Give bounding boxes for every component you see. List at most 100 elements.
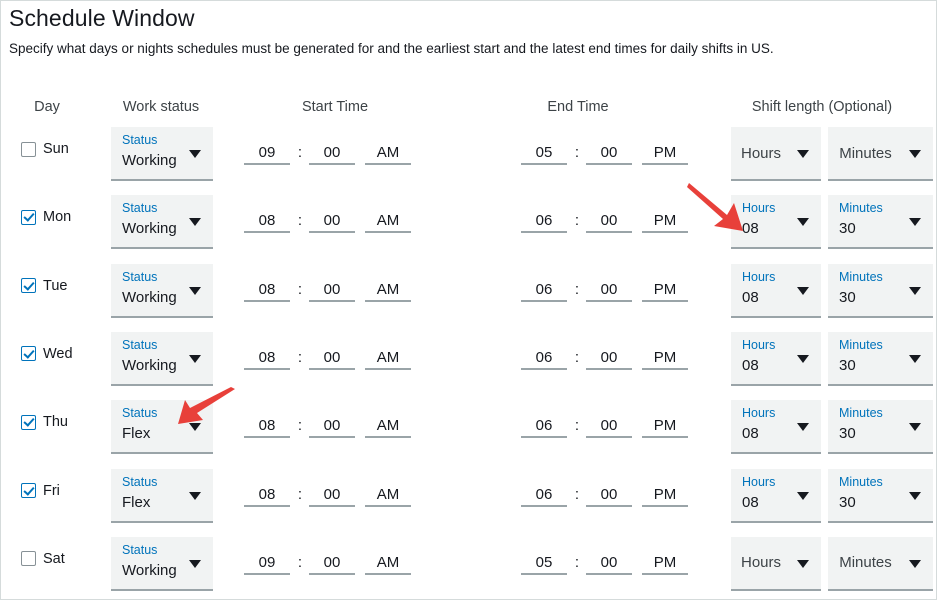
start-time-hour-input-tue[interactable]: 08: [244, 278, 290, 302]
work-status-select-tue[interactable]: Status Working: [111, 263, 213, 318]
chevron-down-icon[interactable]: [909, 559, 921, 568]
checkbox-icon[interactable]: [21, 209, 36, 225]
start-time-ampm-input-sat[interactable]: AM: [365, 551, 411, 575]
shift-minutes-select-wed[interactable]: Minutes 30: [828, 331, 933, 386]
start-time-hour-input-mon[interactable]: 08: [244, 209, 290, 234]
end-time-hour-input-tue[interactable]: 06: [521, 278, 567, 302]
chevron-down-icon[interactable]: [797, 491, 809, 500]
work-status-select-thu[interactable]: Status Flex: [111, 400, 213, 455]
end-time-ampm-input-fri[interactable]: PM: [642, 483, 688, 507]
shift-minutes-select-sat[interactable]: Minutes: [828, 536, 933, 591]
checkbox-icon[interactable]: [21, 278, 36, 294]
end-time-minute-input-wed[interactable]: 00: [586, 346, 632, 370]
end-time-minute-input-thu[interactable]: 00: [586, 414, 632, 439]
start-time-ampm-input-tue[interactable]: AM: [365, 278, 411, 302]
checkbox-icon[interactable]: [21, 551, 36, 567]
shift-hours-select-fri[interactable]: Hours 08: [731, 468, 821, 523]
work-status-select-mon[interactable]: Status Working: [111, 195, 213, 250]
chevron-down-icon[interactable]: [909, 491, 921, 500]
shift-hours-select-mon[interactable]: Hours 08: [731, 195, 821, 250]
end-time-ampm-input-wed[interactable]: PM: [642, 346, 688, 370]
chevron-down-icon[interactable]: [189, 218, 201, 227]
end-time-ampm-input-tue[interactable]: PM: [642, 278, 688, 302]
start-time-minute-input-thu[interactable]: 00: [309, 414, 355, 439]
day-checkbox-wed[interactable]: Wed: [21, 346, 73, 362]
day-checkbox-sat[interactable]: Sat: [21, 551, 65, 567]
start-time-ampm-input-wed[interactable]: AM: [365, 346, 411, 370]
end-time-ampm-input-sat[interactable]: PM: [642, 551, 688, 575]
work-status-select-sat[interactable]: Status Working: [111, 536, 213, 591]
end-time-minute-input-mon[interactable]: 00: [586, 209, 632, 234]
chevron-down-icon[interactable]: [797, 286, 809, 295]
chevron-down-icon[interactable]: [909, 354, 921, 363]
start-time-hour-input-wed[interactable]: 08: [244, 346, 290, 370]
start-time-minute-input-mon[interactable]: 00: [309, 209, 355, 234]
chevron-down-icon[interactable]: [189, 286, 201, 295]
chevron-down-icon[interactable]: [909, 286, 921, 295]
chevron-down-icon[interactable]: [909, 150, 921, 158]
end-time-minute-input-tue[interactable]: 00: [586, 278, 632, 302]
chevron-down-icon[interactable]: [189, 354, 201, 363]
end-time-hour-input-wed[interactable]: 06: [521, 346, 567, 370]
day-checkbox-sun[interactable]: Sun: [21, 141, 69, 157]
chevron-down-icon[interactable]: [189, 491, 201, 500]
work-status-select-wed[interactable]: Status Working: [111, 331, 213, 386]
end-time-hour-input-thu[interactable]: 06: [521, 414, 567, 439]
checkbox-icon[interactable]: [21, 346, 36, 362]
end-time-ampm-input-sun[interactable]: PM: [642, 141, 688, 165]
start-time-minute-input-fri[interactable]: 00: [309, 483, 355, 507]
day-checkbox-tue[interactable]: Tue: [21, 278, 67, 294]
start-time-hour-input-fri[interactable]: 08: [244, 483, 290, 507]
start-time-minute-input-sun[interactable]: 00: [309, 141, 355, 165]
start-time-hour-input-sat[interactable]: 09: [244, 551, 290, 575]
checkbox-icon[interactable]: [21, 483, 36, 498]
shift-hours-select-wed[interactable]: Hours 08: [731, 331, 821, 386]
start-time-minute-input-sat[interactable]: 00: [309, 551, 355, 575]
shift-hours-select-tue[interactable]: Hours 08: [731, 263, 821, 318]
shift-minutes-select-fri[interactable]: Minutes 30: [828, 468, 933, 523]
chevron-down-icon[interactable]: [909, 218, 921, 227]
start-time-minute-input-tue[interactable]: 00: [309, 278, 355, 302]
end-time-minute-input-sat[interactable]: 00: [586, 551, 632, 575]
start-time-minute-input-wed[interactable]: 00: [309, 346, 355, 370]
start-time-hour-input-thu[interactable]: 08: [244, 414, 290, 439]
day-checkbox-thu[interactable]: Thu: [21, 414, 68, 430]
work-status-select-fri[interactable]: Status Flex: [111, 468, 213, 523]
shift-hours-select-sat[interactable]: Hours: [731, 536, 821, 591]
shift-minutes-select-tue[interactable]: Minutes 30: [828, 263, 933, 318]
start-time-hour-input-sun[interactable]: 09: [244, 141, 290, 165]
shift-hours-select-sun[interactable]: Hours: [731, 127, 821, 181]
end-time-minute-input-fri[interactable]: 00: [586, 483, 632, 507]
chevron-down-icon[interactable]: [797, 354, 809, 363]
start-time-ampm-input-mon[interactable]: AM: [365, 209, 411, 234]
end-time-minute-input-sun[interactable]: 00: [586, 141, 632, 165]
chevron-down-icon[interactable]: [797, 218, 809, 227]
end-time-hour-input-fri[interactable]: 06: [521, 483, 567, 507]
shift-minutes-select-thu[interactable]: Minutes 30: [828, 400, 933, 455]
day-checkbox-mon[interactable]: Mon: [21, 209, 71, 225]
chevron-down-icon[interactable]: [189, 423, 201, 432]
checkbox-icon[interactable]: [21, 414, 36, 430]
chevron-down-icon[interactable]: [189, 559, 201, 568]
end-time-ampm-input-thu[interactable]: PM: [642, 414, 688, 439]
checkbox-icon[interactable]: [21, 141, 36, 157]
page-subtitle: Specify what days or nights schedules mu…: [9, 41, 774, 56]
end-time-hour-input-sat[interactable]: 05: [521, 551, 567, 575]
shift-minutes-select-sun[interactable]: Minutes: [828, 127, 933, 181]
end-time-hour-input-sun[interactable]: 05: [521, 141, 567, 165]
chevron-down-icon[interactable]: [797, 150, 809, 158]
start-time-ampm-input-sun[interactable]: AM: [365, 141, 411, 165]
work-status-select-value: Flex: [122, 425, 151, 443]
chevron-down-icon[interactable]: [189, 150, 201, 158]
end-time-hour-input-mon[interactable]: 06: [521, 209, 567, 234]
end-time-ampm-input-mon[interactable]: PM: [642, 209, 688, 234]
start-time-ampm-input-fri[interactable]: AM: [365, 483, 411, 507]
shift-minutes-select-mon[interactable]: Minutes 30: [828, 195, 933, 250]
shift-hours-select-thu[interactable]: Hours 08: [731, 400, 821, 455]
chevron-down-icon[interactable]: [797, 423, 809, 432]
day-checkbox-fri[interactable]: Fri: [21, 483, 60, 499]
chevron-down-icon[interactable]: [797, 559, 809, 568]
start-time-ampm-input-thu[interactable]: AM: [365, 414, 411, 439]
work-status-select-sun[interactable]: Status Working: [111, 127, 213, 181]
chevron-down-icon[interactable]: [909, 423, 921, 432]
